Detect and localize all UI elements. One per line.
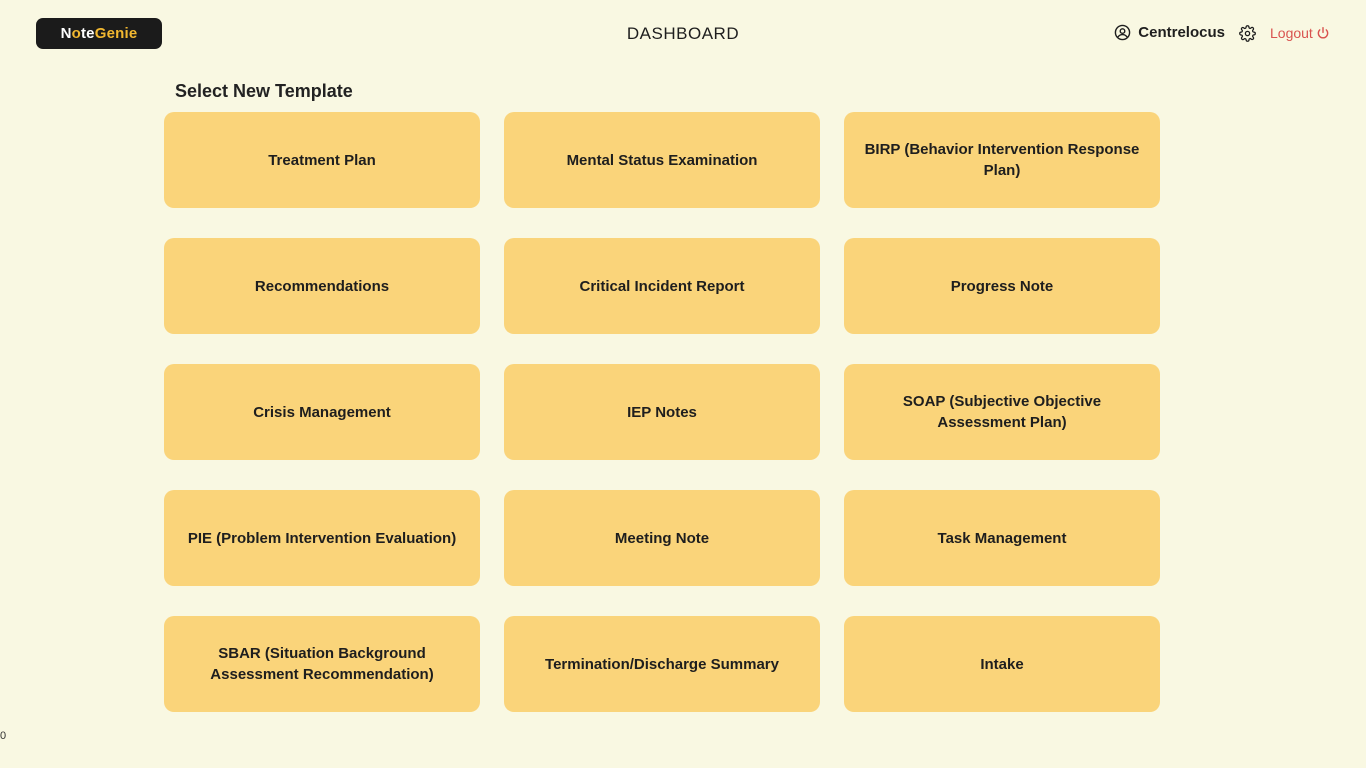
template-card[interactable]: Meeting Note	[504, 490, 820, 586]
template-card[interactable]: Termination/Discharge Summary	[504, 616, 820, 712]
template-card[interactable]: Mental Status Examination	[504, 112, 820, 208]
logout-button[interactable]: Logout	[1270, 25, 1330, 41]
template-grid: Treatment Plan Mental Status Examination…	[164, 112, 1160, 712]
username-label: Centrelocus	[1138, 24, 1225, 41]
template-card[interactable]: PIE (Problem Intervention Evaluation)	[164, 490, 480, 586]
template-card[interactable]: Intake	[844, 616, 1160, 712]
template-card[interactable]: Progress Note	[844, 238, 1160, 334]
user-circle-icon	[1114, 24, 1131, 41]
logout-label: Logout	[1270, 25, 1313, 41]
counter-text: 0	[0, 730, 7, 742]
template-card[interactable]: BIRP (Behavior Intervention Response Pla…	[844, 112, 1160, 208]
settings-button[interactable]	[1239, 25, 1256, 42]
template-card[interactable]: Critical Incident Report	[504, 238, 820, 334]
template-card[interactable]: Treatment Plan	[164, 112, 480, 208]
user-profile[interactable]: Centrelocus	[1114, 24, 1225, 41]
gear-icon	[1239, 25, 1256, 42]
section-title: Select New Template	[175, 81, 353, 101]
power-icon	[1316, 26, 1330, 40]
template-card[interactable]: SOAP (Subjective Objective Assessment Pl…	[844, 364, 1160, 460]
template-card[interactable]: SBAR (Situation Background Assessment Re…	[164, 616, 480, 712]
template-card[interactable]: Task Management	[844, 490, 1160, 586]
dashboard-page: No te Gen ie DASHBOARD Centrelocus Logout S…	[0, 0, 1366, 768]
template-card[interactable]: Crisis Management	[164, 364, 480, 460]
template-card[interactable]: Recommendations	[164, 238, 480, 334]
template-card[interactable]: IEP Notes	[504, 364, 820, 460]
